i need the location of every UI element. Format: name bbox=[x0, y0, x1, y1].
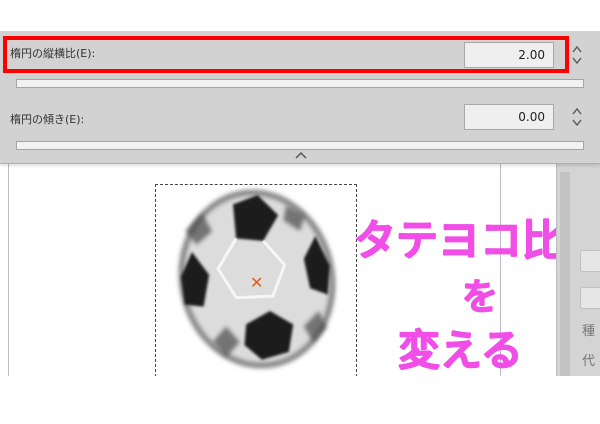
annotation-line-2: を bbox=[462, 277, 498, 318]
collapse-chevron-icon[interactable] bbox=[294, 151, 308, 160]
tilt-label: 楕円の傾き(E): bbox=[10, 113, 85, 126]
aspect-ratio-spinner-icon[interactable] bbox=[570, 44, 584, 66]
tilt-spinner-icon[interactable] bbox=[570, 106, 584, 128]
highlight-box bbox=[3, 36, 569, 73]
aspect-ratio-slider[interactable] bbox=[16, 79, 584, 88]
handwritten-annotation: タテヨコ比 を 変える bbox=[353, 215, 565, 376]
annotation-line-3: 変える bbox=[398, 326, 523, 375]
right-panel-label-2: 代 bbox=[582, 354, 596, 369]
annotation-line-1: タテヨコ比 bbox=[354, 216, 564, 265]
center-x-icon[interactable]: ✕ bbox=[250, 275, 263, 291]
folder-icon[interactable] bbox=[580, 250, 600, 272]
tilt-slider[interactable] bbox=[16, 141, 584, 150]
magnifier-icon[interactable] bbox=[580, 287, 600, 309]
tilt-input[interactable]: 0.00 bbox=[464, 104, 554, 130]
right-panel-scrollbar[interactable] bbox=[560, 172, 570, 376]
right-panel-label-1: 種 bbox=[582, 324, 596, 339]
canvas-left-border bbox=[8, 150, 9, 376]
